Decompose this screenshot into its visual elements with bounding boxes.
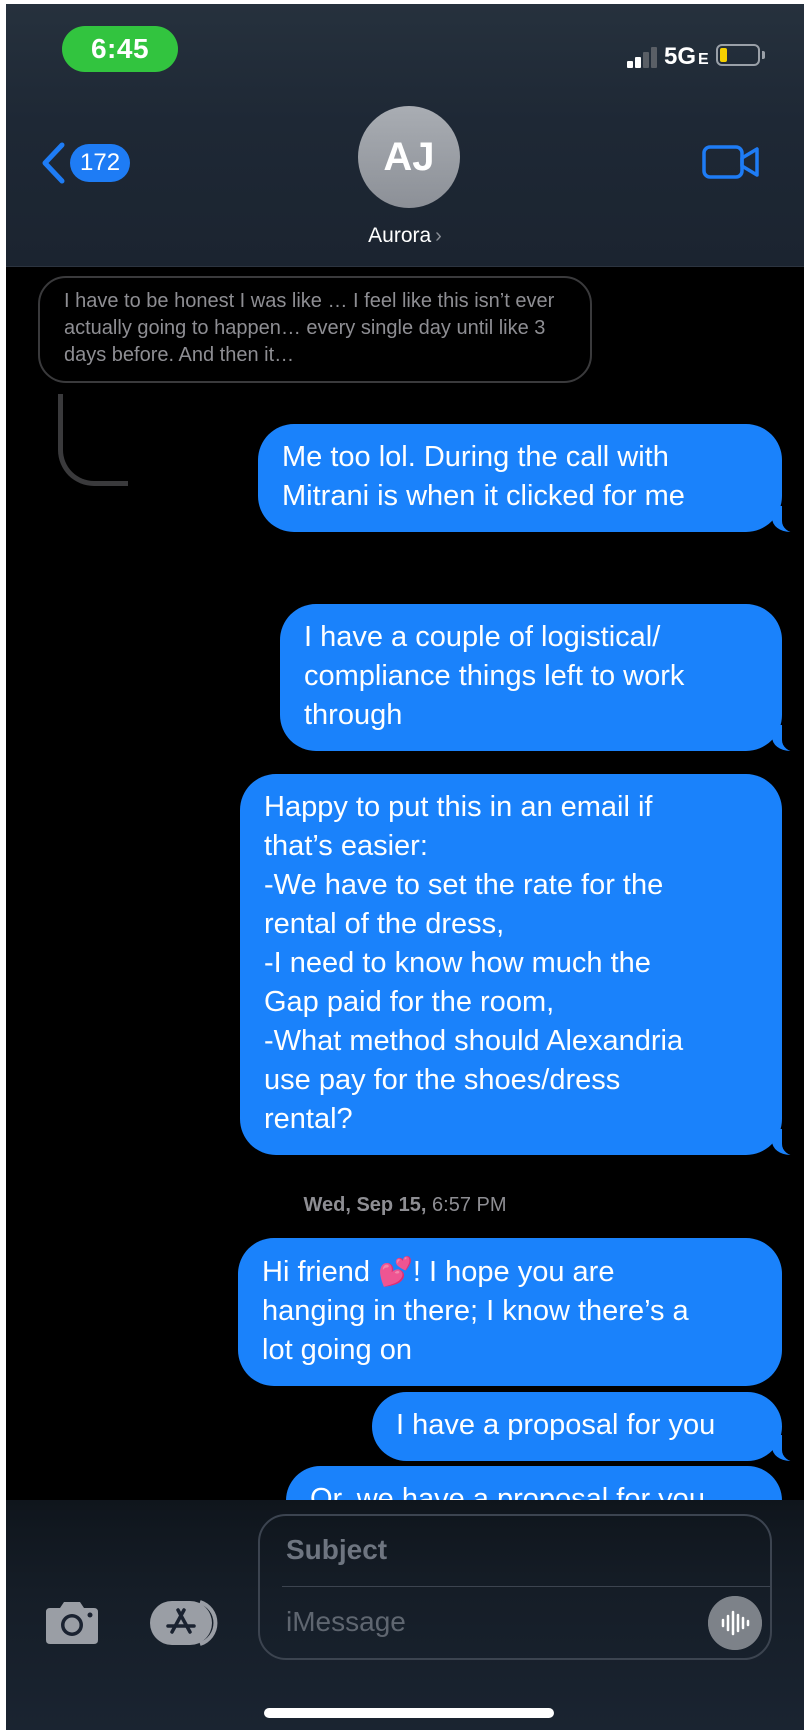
compose-box: Subject iMessage <box>258 1514 772 1660</box>
contact-avatar[interactable]: AJ <box>358 106 460 208</box>
subject-input[interactable]: Subject <box>286 1534 387 1566</box>
back-button[interactable]: 172 <box>38 138 131 188</box>
sent-message-bubble[interactable]: I have a proposal for you <box>372 1392 804 1462</box>
imessage-input[interactable]: iMessage <box>286 1606 406 1638</box>
video-camera-icon[interactable] <box>702 144 760 180</box>
sent-message-bubble[interactable]: Hi friend 💕! I hope you are hanging in t… <box>238 1238 782 1386</box>
messages-screen: 6:45 5G E 172 AJ Aurora › I have to be hon… <box>6 4 804 1730</box>
cellular-signal-icon <box>627 46 659 68</box>
home-indicator[interactable] <box>264 1708 554 1718</box>
network-type: 5G E <box>664 43 709 71</box>
timestamp-day: Wed, Sep 15, <box>303 1194 427 1216</box>
sent-message-bubble[interactable]: Happy to put this in an email if that’s … <box>240 774 804 1156</box>
sent-message-bubble[interactable]: I have a couple of logistical/ complianc… <box>280 604 804 752</box>
conversation-header: 6:45 5G E 172 AJ Aurora › <box>6 4 804 267</box>
battery-icon <box>716 44 760 66</box>
timestamp-time: 6:57 PM <box>432 1194 507 1216</box>
message-text: Hi friend <box>262 1256 379 1288</box>
network-suffix: E <box>698 51 709 68</box>
chevron-right-icon: › <box>435 225 442 247</box>
quoted-reply-message[interactable]: I have to be honest I was like … I feel … <box>38 276 592 383</box>
compose-divider <box>282 1586 770 1587</box>
unread-count-badge: 172 <box>70 144 131 182</box>
camera-icon[interactable] <box>42 1600 102 1646</box>
reply-thread-line <box>58 394 128 486</box>
network-label: 5G <box>664 43 697 70</box>
contact-name: Aurora <box>368 224 432 247</box>
audio-waveform-icon[interactable] <box>708 1596 762 1650</box>
status-time: 6:45 <box>62 26 178 72</box>
battery-cap <box>762 51 765 59</box>
chevron-left-icon <box>42 142 65 184</box>
two-hearts-emoji: 💕 <box>378 1256 413 1287</box>
compose-bar: Subject iMessage <box>6 1500 804 1730</box>
message-thread[interactable]: I have to be honest I was like … I feel … <box>6 266 804 1506</box>
sent-message-bubble[interactable]: Me too lol. During the call with Mitrani… <box>258 424 804 533</box>
app-store-icon[interactable] <box>148 1598 222 1648</box>
contact-name-button[interactable]: Aurora › <box>305 224 505 248</box>
battery-level <box>720 48 727 62</box>
message-timestamp: Wed, Sep 15, 6:57 PM <box>6 1194 804 1217</box>
